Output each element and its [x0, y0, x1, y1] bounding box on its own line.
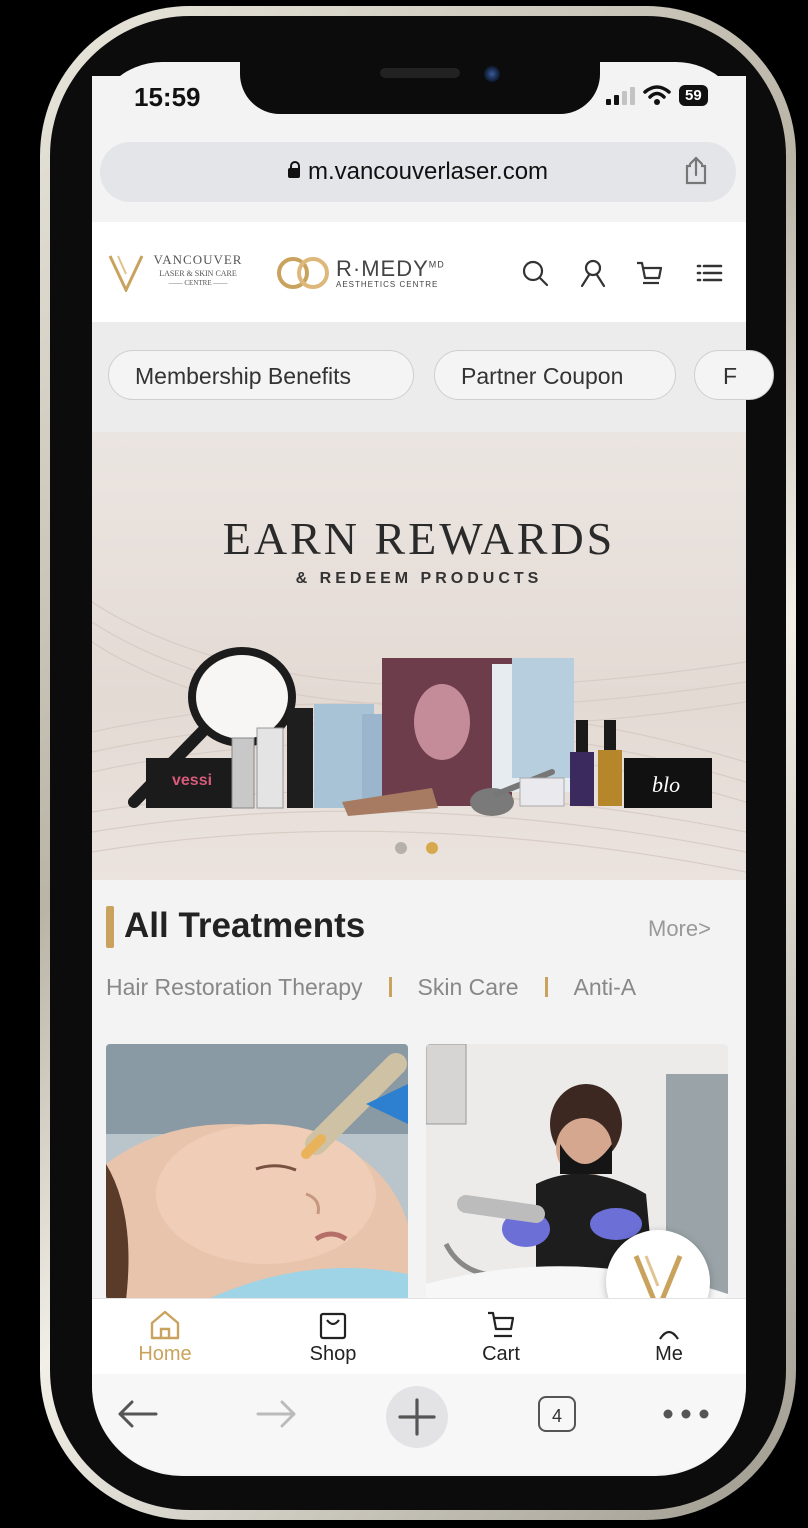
address-bar[interactable]: m.vancouverlaser.com: [100, 142, 736, 202]
status-time: 15:59: [134, 82, 201, 112]
menu-icon[interactable]: [694, 258, 724, 288]
logo1-line3-text: CENTRE: [184, 279, 212, 287]
wifi-icon: [643, 85, 671, 105]
forward-arrow-icon[interactable]: [254, 1398, 298, 1430]
back-arrow-icon[interactable]: [116, 1398, 160, 1430]
share-icon[interactable]: [682, 156, 710, 186]
vancouver-logo[interactable]: VANCOUVER LASER & SKIN CARE —— CENTRE ——: [148, 252, 248, 287]
speaker: [380, 68, 460, 78]
me-icon: [659, 1330, 679, 1340]
svg-text:vessi: vessi: [172, 772, 212, 789]
products-illustration: vessi blo: [128, 647, 712, 816]
carousel-dot-1[interactable]: [395, 842, 407, 854]
logo1-line1: VANCOUVER: [153, 252, 243, 267]
rewards-banner[interactable]: EARN REWARDS & REDEEM PRODUCTS vessi blo: [92, 432, 746, 880]
svg-text:blo: blo: [652, 772, 680, 797]
category-tabs: Hair Restoration Therapy Skin Care Anti-A: [106, 974, 734, 1001]
plus-icon: [398, 1398, 436, 1436]
lock-icon: [287, 161, 300, 178]
remedy-logo-icon: [277, 257, 329, 289]
nav-home[interactable]: Home: [110, 1309, 220, 1366]
logo1-line2: LASER & SKIN CARE: [159, 269, 237, 278]
nav-home-label: Home: [138, 1343, 192, 1365]
cart-nav-icon: [488, 1311, 515, 1338]
section-title: All Treatments: [124, 906, 366, 945]
remedy-logo[interactable]: R·MEDYMD AESTHETICS CENTRE: [336, 256, 445, 289]
nav-cart[interactable]: Cart: [446, 1309, 556, 1366]
user-icon[interactable]: [578, 258, 608, 288]
nav-shop-label: Shop: [309, 1343, 357, 1365]
logo2-sub: AESTHETICS CENTRE: [336, 280, 439, 289]
signal-icon: [606, 85, 635, 105]
category-tab-anti-aging[interactable]: Anti-A: [574, 974, 637, 1000]
chip-membership-benefits[interactable]: Membership Benefits: [108, 350, 414, 400]
nav-cart-label: Cart: [482, 1343, 520, 1365]
search-icon[interactable]: [520, 258, 550, 288]
more-options-icon[interactable]: [660, 1406, 712, 1422]
quick-links-bar: Membership Benefits Partner Coupon F: [92, 322, 774, 432]
camera: [484, 66, 500, 82]
new-tab-button[interactable]: [386, 1386, 448, 1448]
cart-icon[interactable]: [634, 258, 664, 288]
logo2-main: R·MEDY: [336, 256, 429, 281]
vancouver-logo-icon[interactable]: [108, 252, 144, 292]
bottom-nav: Home Shop Cart Me: [92, 1298, 746, 1375]
nav-me-label: Me: [655, 1343, 683, 1365]
tab-separator: [388, 977, 392, 997]
logo1-line3: —— CENTRE ——: [168, 279, 228, 287]
status-icons: 59: [606, 84, 708, 106]
url-text: m.vancouverlaser.com: [307, 158, 549, 185]
category-tab-hair-restoration[interactable]: Hair Restoration Therapy: [106, 974, 363, 1000]
url-display[interactable]: m.vancouverlaser.com: [100, 158, 736, 186]
battery-icon: 59: [679, 84, 708, 106]
home-icon: [150, 1310, 180, 1340]
shop-bag-icon: [319, 1312, 347, 1340]
chip-partial[interactable]: F: [694, 350, 774, 400]
site-header: VANCOUVER LASER & SKIN CARE —— CENTRE ——…: [92, 222, 746, 322]
carousel-dot-2[interactable]: [426, 842, 438, 854]
tabs-count-button[interactable]: 4: [538, 1396, 576, 1432]
nav-me[interactable]: Me: [614, 1309, 724, 1366]
more-link[interactable]: More>: [648, 916, 711, 942]
treatment-image-1: [106, 1044, 408, 1300]
section-accent-bar: [106, 906, 114, 948]
logo2-sup: MD: [428, 259, 445, 270]
category-tab-skin-care[interactable]: Skin Care: [418, 974, 519, 1000]
tab-separator: [544, 977, 548, 997]
chip-partner-coupon[interactable]: Partner Coupon: [434, 350, 676, 400]
treatment-card-1[interactable]: [106, 1044, 408, 1300]
nav-shop[interactable]: Shop: [278, 1309, 388, 1366]
